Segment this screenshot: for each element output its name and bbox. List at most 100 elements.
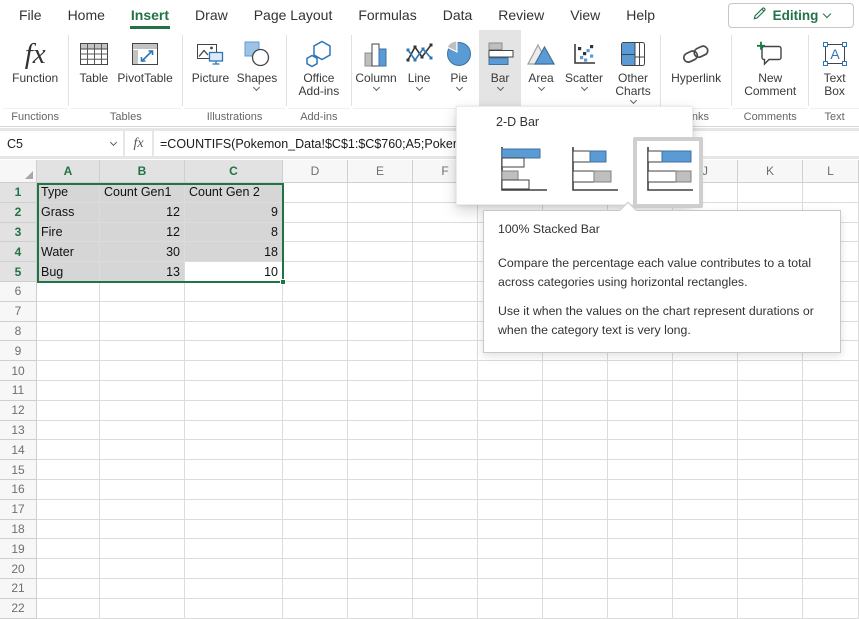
picture-button[interactable]: Picture [192, 30, 229, 108]
cell-K22[interactable] [738, 599, 803, 619]
cell-A18[interactable] [37, 520, 100, 540]
cell-G15[interactable] [478, 460, 543, 480]
cell-G17[interactable] [478, 500, 543, 520]
cell-K20[interactable] [738, 559, 803, 579]
cell-B10[interactable] [100, 361, 185, 381]
cell-E11[interactable] [348, 381, 413, 401]
cell-D3[interactable] [283, 223, 348, 243]
cell-E2[interactable] [348, 203, 413, 223]
cell-A9[interactable] [37, 341, 100, 361]
other-charts-button[interactable]: Other Charts [607, 30, 659, 108]
cell-E22[interactable] [348, 599, 413, 619]
cell-H17[interactable] [543, 500, 608, 520]
cell-C10[interactable] [185, 361, 283, 381]
cell-D19[interactable] [283, 539, 348, 559]
cell-A10[interactable] [37, 361, 100, 381]
cell-D21[interactable] [283, 579, 348, 599]
cell-C21[interactable] [185, 579, 283, 599]
cell-D4[interactable] [283, 242, 348, 262]
cell-F4[interactable] [413, 242, 478, 262]
row-header-2[interactable]: 2 [0, 203, 37, 223]
cell-A20[interactable] [37, 559, 100, 579]
cell-E10[interactable] [348, 361, 413, 381]
cell-L1[interactable] [803, 183, 859, 203]
pivottable-button[interactable]: PivotTable [117, 30, 172, 108]
cell-E20[interactable] [348, 559, 413, 579]
cell-I18[interactable] [608, 520, 673, 540]
cell-D6[interactable] [283, 282, 348, 302]
cell-K19[interactable] [738, 539, 803, 559]
cell-B5[interactable]: 13 [100, 262, 185, 282]
cell-I20[interactable] [608, 559, 673, 579]
cell-K15[interactable] [738, 460, 803, 480]
cell-A5[interactable]: Bug [37, 262, 100, 282]
cell-F8[interactable] [413, 322, 478, 342]
cell-J15[interactable] [673, 460, 738, 480]
cell-C14[interactable] [185, 440, 283, 460]
row-header-16[interactable]: 16 [0, 480, 37, 500]
row-header-1[interactable]: 1 [0, 183, 37, 203]
cell-A12[interactable] [37, 401, 100, 421]
clustered-bar-option[interactable] [491, 141, 553, 204]
cell-F20[interactable] [413, 559, 478, 579]
cell-A15[interactable] [37, 460, 100, 480]
name-box[interactable]: C5 [0, 131, 123, 156]
cell-I13[interactable] [608, 421, 673, 441]
cell-D1[interactable] [283, 183, 348, 203]
cell-F15[interactable] [413, 460, 478, 480]
insert-function-button[interactable]: fx [125, 131, 152, 156]
cell-C2[interactable]: 9 [185, 203, 283, 223]
cell-H21[interactable] [543, 579, 608, 599]
column-header-D[interactable]: D [283, 160, 348, 183]
cell-H19[interactable] [543, 539, 608, 559]
cell-B9[interactable] [100, 341, 185, 361]
cell-A2[interactable]: Grass [37, 203, 100, 223]
cell-D7[interactable] [283, 302, 348, 322]
cell-J11[interactable] [673, 381, 738, 401]
cell-D20[interactable] [283, 559, 348, 579]
cell-D5[interactable] [283, 262, 348, 282]
cell-F11[interactable] [413, 381, 478, 401]
cell-F5[interactable] [413, 262, 478, 282]
line-chart-button[interactable]: Line [399, 30, 439, 108]
cell-L16[interactable] [803, 480, 859, 500]
cell-G21[interactable] [478, 579, 543, 599]
menu-help[interactable]: Help [613, 0, 668, 30]
cell-C6[interactable] [185, 282, 283, 302]
chevron-down-icon[interactable] [110, 138, 117, 145]
menu-review[interactable]: Review [485, 0, 557, 30]
cell-C9[interactable] [185, 341, 283, 361]
area-chart-button[interactable]: Area [521, 30, 561, 108]
cell-K10[interactable] [738, 361, 803, 381]
cell-A1[interactable]: Type [37, 183, 100, 203]
cell-B12[interactable] [100, 401, 185, 421]
cell-K21[interactable] [738, 579, 803, 599]
cell-E8[interactable] [348, 322, 413, 342]
column-header-C[interactable]: C [185, 160, 283, 183]
row-header-14[interactable]: 14 [0, 440, 37, 460]
cell-B1[interactable]: Count Gen1 [100, 183, 185, 203]
cell-I16[interactable] [608, 480, 673, 500]
cell-B11[interactable] [100, 381, 185, 401]
cell-A3[interactable]: Fire [37, 223, 100, 243]
cell-H12[interactable] [543, 401, 608, 421]
row-header-6[interactable]: 6 [0, 282, 37, 302]
cell-B20[interactable] [100, 559, 185, 579]
cell-E17[interactable] [348, 500, 413, 520]
row-header-4[interactable]: 4 [0, 242, 37, 262]
cell-A17[interactable] [37, 500, 100, 520]
cell-D2[interactable] [283, 203, 348, 223]
cell-E18[interactable] [348, 520, 413, 540]
cell-C13[interactable] [185, 421, 283, 441]
column-header-A[interactable]: A [37, 160, 100, 183]
cell-F13[interactable] [413, 421, 478, 441]
cell-C4[interactable]: 18 [185, 242, 283, 262]
menu-file[interactable]: File [6, 0, 55, 30]
row-header-19[interactable]: 19 [0, 539, 37, 559]
cell-F2[interactable] [413, 203, 478, 223]
cell-J16[interactable] [673, 480, 738, 500]
cell-F9[interactable] [413, 341, 478, 361]
cell-B8[interactable] [100, 322, 185, 342]
cell-L15[interactable] [803, 460, 859, 480]
cell-D18[interactable] [283, 520, 348, 540]
